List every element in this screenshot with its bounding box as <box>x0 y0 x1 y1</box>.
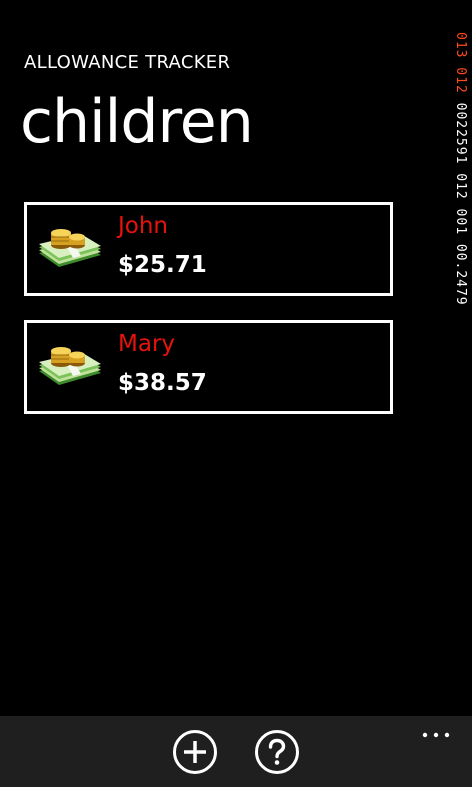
child-balance: $38.57 <box>118 370 207 396</box>
debug-counter-part2: 0022591 012 001 00.2479 <box>453 102 468 306</box>
app-title: ALLOWANCE TRACKER <box>24 52 231 73</box>
page-title: children <box>20 87 254 157</box>
money-stack-icon <box>39 347 101 385</box>
help-icon <box>255 730 299 774</box>
child-name: John <box>118 213 169 239</box>
app-bar <box>0 716 472 787</box>
add-icon <box>173 730 217 774</box>
money-stack-icon <box>39 229 101 267</box>
children-list: John $25.71 Mary $38.57 <box>24 202 393 438</box>
child-balance: $25.71 <box>118 252 207 278</box>
child-card-john[interactable]: John $25.71 <box>24 202 393 296</box>
child-card-mary[interactable]: Mary $38.57 <box>24 320 393 414</box>
debug-frame-counter: 013 012 0022591 012 001 00.2479 <box>452 32 468 392</box>
add-child-button[interactable] <box>172 729 218 775</box>
debug-counter-part1: 013 012 <box>453 32 468 94</box>
more-options-button[interactable] <box>421 726 451 738</box>
child-name: Mary <box>118 331 176 357</box>
more-dots-icon <box>422 732 450 738</box>
help-button[interactable] <box>254 729 300 775</box>
